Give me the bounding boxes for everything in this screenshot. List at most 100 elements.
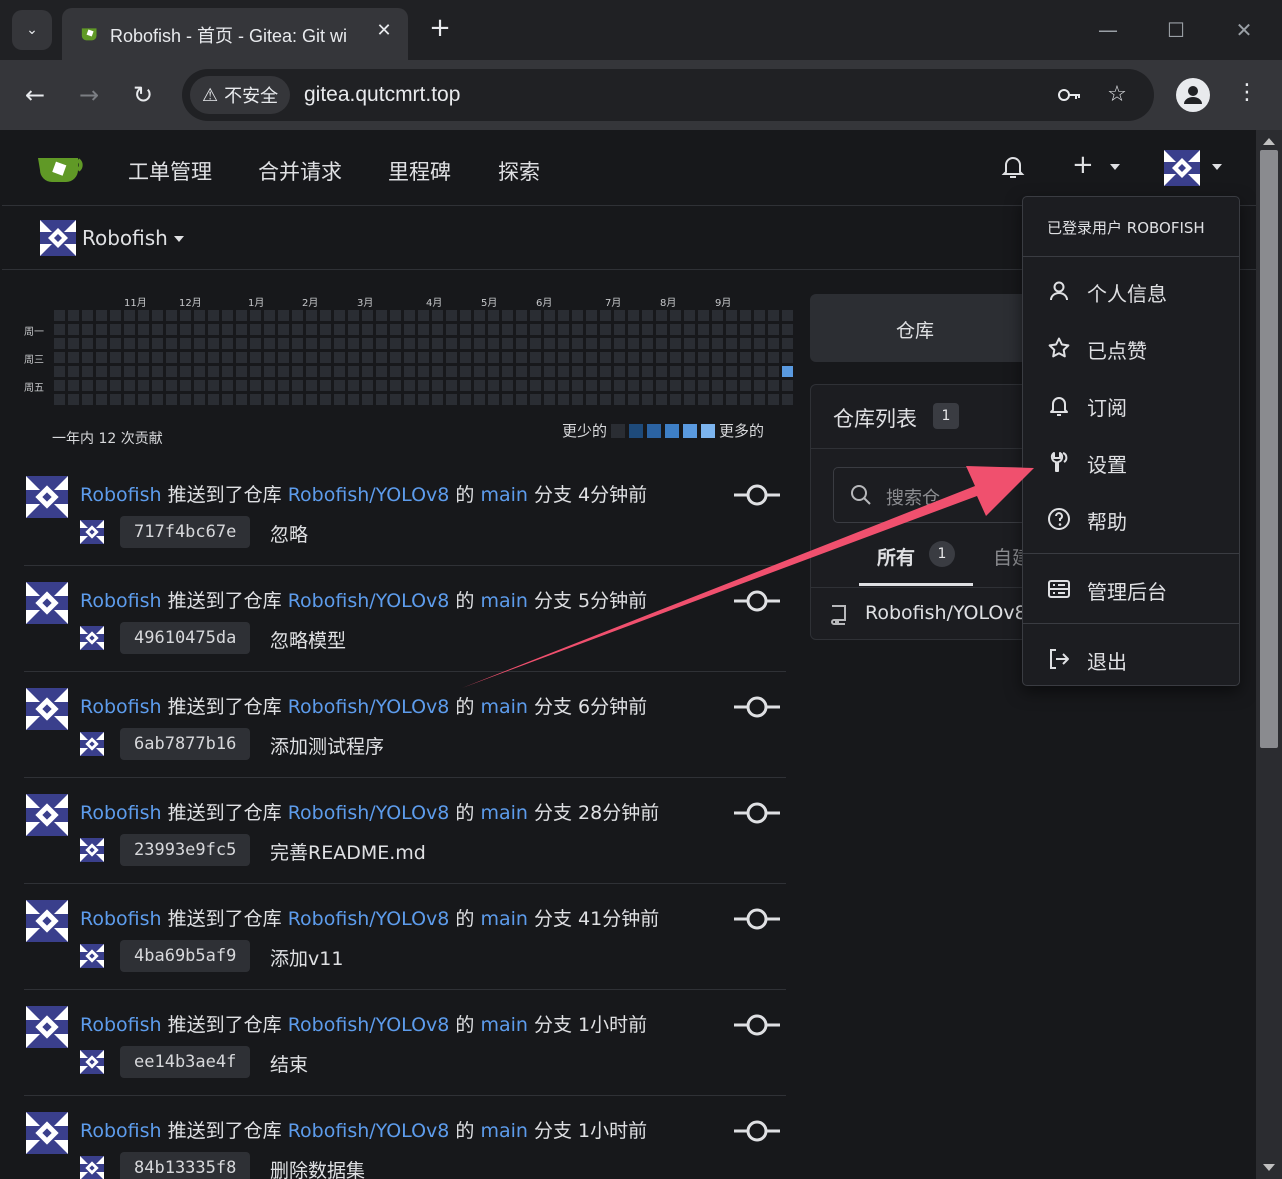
heatmap-cell[interactable] — [320, 324, 331, 335]
back-button[interactable]: ← — [20, 80, 50, 110]
heatmap-cell[interactable] — [460, 380, 471, 391]
heatmap-cell[interactable] — [642, 394, 653, 405]
heatmap-cell[interactable] — [544, 352, 555, 363]
heatmap-cell[interactable] — [264, 352, 275, 363]
heatmap-cell[interactable] — [782, 352, 793, 363]
heatmap-cell[interactable] — [334, 352, 345, 363]
heatmap-cell[interactable] — [306, 366, 317, 377]
heatmap-cell[interactable] — [530, 380, 541, 391]
heatmap-cell[interactable] — [68, 394, 79, 405]
heatmap-cell[interactable] — [600, 338, 611, 349]
heatmap-cell[interactable] — [544, 380, 555, 391]
heatmap-cell[interactable] — [530, 394, 541, 405]
scroll-up-arrow-icon[interactable] — [1263, 138, 1275, 145]
heatmap-cell[interactable] — [292, 380, 303, 391]
heatmap-cell[interactable] — [292, 338, 303, 349]
nav-pulls[interactable]: 合并请求 — [258, 156, 342, 186]
heatmap-cell[interactable] — [488, 324, 499, 335]
feed-avatar[interactable] — [26, 1006, 68, 1048]
heatmap-cell[interactable] — [656, 380, 667, 391]
heatmap-cell[interactable] — [278, 380, 289, 391]
heatmap-cell[interactable] — [586, 338, 597, 349]
feed-branch-link[interactable]: main — [480, 590, 527, 612]
commit-sha-link[interactable]: 84b13335f8 — [120, 1152, 251, 1179]
heatmap-cell[interactable] — [264, 380, 275, 391]
heatmap-cell[interactable] — [236, 380, 247, 391]
heatmap-cell[interactable] — [446, 310, 457, 321]
tab-close-icon[interactable]: ✕ — [372, 20, 396, 44]
heatmap-cell[interactable] — [124, 352, 135, 363]
heatmap-cell[interactable] — [670, 338, 681, 349]
heatmap-cell[interactable] — [754, 394, 765, 405]
heatmap-cell[interactable] — [152, 366, 163, 377]
feed-repo-link[interactable]: Robofish/YOLOv8 — [288, 484, 450, 506]
heatmap-cell[interactable] — [138, 394, 149, 405]
heatmap-cell[interactable] — [166, 352, 177, 363]
heatmap-cell[interactable] — [768, 310, 779, 321]
heatmap-cell[interactable] — [334, 324, 345, 335]
heatmap-cell[interactable] — [740, 366, 751, 377]
heatmap-cell[interactable] — [110, 338, 121, 349]
url-text[interactable]: gitea.qutcmrt.top — [304, 83, 460, 107]
feed-avatar[interactable] — [26, 794, 68, 836]
heatmap-cell[interactable] — [264, 310, 275, 321]
feed-avatar[interactable] — [26, 688, 68, 730]
heatmap-cell[interactable] — [460, 394, 471, 405]
heatmap-cell[interactable] — [320, 394, 331, 405]
heatmap-cell[interactable] — [586, 366, 597, 377]
heatmap-cell[interactable] — [306, 380, 317, 391]
heatmap-cell[interactable] — [572, 394, 583, 405]
heatmap-cell[interactable] — [194, 394, 205, 405]
heatmap-cell[interactable] — [320, 310, 331, 321]
heatmap-cell[interactable] — [334, 310, 345, 321]
context-user-name[interactable]: Robofish — [82, 226, 168, 250]
heatmap-cell[interactable] — [558, 324, 569, 335]
heatmap-cell[interactable] — [166, 366, 177, 377]
heatmap-cell[interactable] — [250, 380, 261, 391]
heatmap-cell[interactable] — [390, 380, 401, 391]
heatmap-cell[interactable] — [124, 366, 135, 377]
feed-branch-link[interactable]: main — [480, 802, 527, 824]
heatmap-cell[interactable] — [208, 366, 219, 377]
heatmap-cell[interactable] — [600, 380, 611, 391]
heatmap-cell[interactable] — [348, 310, 359, 321]
heatmap-cell[interactable] — [502, 324, 513, 335]
heatmap-cell[interactable] — [278, 324, 289, 335]
heatmap-cell[interactable] — [642, 338, 653, 349]
heatmap-cell[interactable] — [54, 338, 65, 349]
heatmap-cell[interactable] — [222, 324, 233, 335]
heatmap-cell[interactable] — [138, 366, 149, 377]
heatmap-cell[interactable] — [320, 338, 331, 349]
reload-button[interactable]: ↻ — [128, 80, 158, 110]
commit-author-avatar[interactable] — [80, 944, 104, 968]
heatmap-cell[interactable] — [390, 338, 401, 349]
heatmap-cell[interactable] — [250, 310, 261, 321]
heatmap-cell[interactable] — [516, 380, 527, 391]
heatmap-cell[interactable] — [488, 338, 499, 349]
feed-avatar[interactable] — [26, 1112, 68, 1154]
menu-item-settings[interactable]: 设置 — [1023, 434, 1239, 490]
heatmap-cell[interactable] — [446, 394, 457, 405]
heatmap-cell[interactable] — [306, 338, 317, 349]
heatmap-cell[interactable] — [152, 338, 163, 349]
heatmap-cell[interactable] — [418, 338, 429, 349]
heatmap-cell[interactable] — [768, 352, 779, 363]
heatmap-cell[interactable] — [642, 380, 653, 391]
heatmap-cell[interactable] — [768, 394, 779, 405]
heatmap-cell[interactable] — [474, 338, 485, 349]
heatmap-cell[interactable] — [348, 394, 359, 405]
heatmap-cell[interactable] — [614, 394, 625, 405]
heatmap-cell[interactable] — [264, 366, 275, 377]
heatmap-cell[interactable] — [404, 310, 415, 321]
heatmap-cell[interactable] — [684, 352, 695, 363]
heatmap-cell[interactable] — [572, 352, 583, 363]
heatmap-cell[interactable] — [152, 310, 163, 321]
heatmap-cell[interactable] — [54, 366, 65, 377]
feed-branch-link[interactable]: main — [480, 1120, 527, 1142]
heatmap-cell[interactable] — [110, 380, 121, 391]
heatmap-cell[interactable] — [782, 394, 793, 405]
heatmap-cell[interactable] — [278, 394, 289, 405]
gitea-logo-icon[interactable] — [36, 148, 84, 188]
feed-user-link[interactable]: Robofish — [80, 908, 162, 930]
menu-item-site-admin[interactable]: 管理后台 — [1023, 561, 1239, 617]
